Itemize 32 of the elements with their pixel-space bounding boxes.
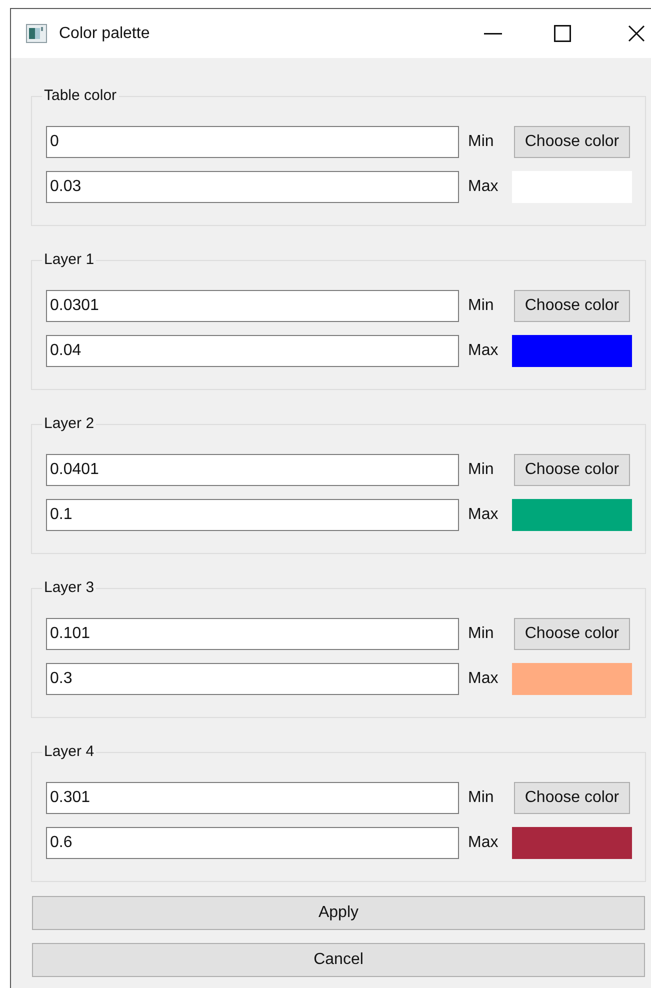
- choose-color-button[interactable]: Choose color: [514, 618, 630, 650]
- input-field[interactable]: 0.101: [46, 618, 459, 650]
- field-label: Max: [468, 505, 500, 525]
- input-field[interactable]: 0.301: [46, 782, 459, 814]
- app-icon: [26, 24, 47, 43]
- input-field[interactable]: 0.3: [46, 663, 459, 695]
- field-label: Min: [468, 296, 495, 316]
- field-label: Min: [468, 788, 495, 808]
- choose-color-button[interactable]: Choose color: [514, 126, 630, 158]
- maximize-icon[interactable]: [554, 25, 571, 42]
- field-label: Max: [468, 669, 500, 689]
- cancel-button[interactable]: Cancel: [32, 943, 645, 977]
- input-field[interactable]: 0.03: [46, 171, 459, 203]
- close-icon[interactable]: [628, 25, 645, 42]
- field-label: Min: [468, 460, 495, 480]
- field-label: Max: [468, 341, 500, 361]
- minimize-icon[interactable]: [484, 32, 502, 34]
- window-title: Color palette: [59, 24, 150, 44]
- field-label: Min: [468, 624, 495, 644]
- choose-color-button[interactable]: Choose color: [514, 454, 630, 486]
- input-field[interactable]: 0.04: [46, 335, 459, 367]
- field-label: Min: [468, 132, 495, 152]
- input-field[interactable]: 0.0301: [46, 290, 459, 322]
- input-field[interactable]: 0.1: [46, 499, 459, 531]
- input-field[interactable]: 0.0401: [46, 454, 459, 486]
- field-label: Max: [468, 177, 500, 197]
- choose-color-button[interactable]: Choose color: [514, 290, 630, 322]
- input-field[interactable]: 0: [46, 126, 459, 158]
- field-label: Max: [468, 833, 500, 853]
- choose-color-button[interactable]: Choose color: [514, 782, 630, 814]
- input-field[interactable]: 0.6: [46, 827, 459, 859]
- apply-button[interactable]: Apply: [32, 896, 645, 930]
